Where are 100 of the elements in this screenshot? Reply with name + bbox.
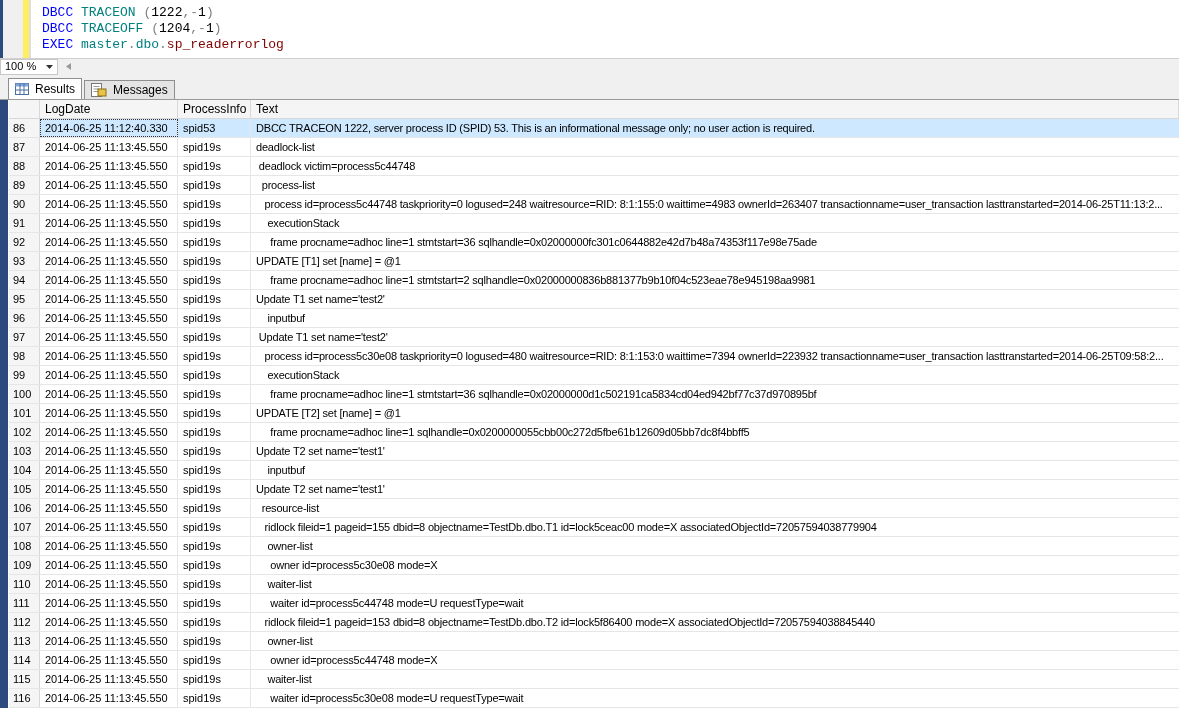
row-number[interactable]: 92: [9, 233, 40, 251]
results-tab[interactable]: Messages: [84, 80, 175, 99]
table-cell: 2014-06-25 11:13:45.550: [40, 651, 178, 669]
row-number[interactable]: 102: [9, 423, 40, 441]
table-cell: spid19s: [178, 480, 251, 498]
table-cell: spid53: [178, 119, 251, 137]
table-cell: 2014-06-25 11:13:45.550: [40, 176, 178, 194]
row-number[interactable]: 96: [9, 309, 40, 327]
row-number[interactable]: 100: [9, 385, 40, 403]
table-cell-text: waiter id=process5c44748 mode=U requestType=wait: [269, 595, 525, 611]
table-cell-text: frame procname=adhoc line=1 stmtstart=36 sqlhandle=0x02000000d1c502191ca5834cd04ed942bf77c37d970895bf: [269, 386, 818, 402]
table-cell: spid19s: [178, 271, 251, 289]
row-number[interactable]: 94: [9, 271, 40, 289]
row-number[interactable]: 95: [9, 290, 40, 308]
table-cell: spid19s: [178, 252, 251, 270]
table-cell-text: inputbuf: [266, 462, 306, 478]
table-cell: spid19s: [178, 347, 251, 365]
table-cell: spid19s: [178, 537, 251, 555]
grid-icon: [15, 83, 29, 95]
row-number[interactable]: 93: [9, 252, 40, 270]
row-number[interactable]: 105: [9, 480, 40, 498]
row-number[interactable]: 99: [9, 366, 40, 384]
table-cell: 2014-06-25 11:13:45.550: [40, 613, 178, 631]
table-cell-text: frame procname=adhoc line=1 stmtstart=36 sqlhandle=0x02000000fc301c0644882e42d7b48a74353f117e98e75ade: [269, 234, 818, 250]
table-cell: spid19s: [178, 613, 251, 631]
row-number[interactable]: 106: [9, 499, 40, 517]
row-number[interactable]: 114: [9, 651, 40, 669]
table-cell-text: owner id=process5c44748 mode=X: [269, 652, 439, 668]
code-line: DBCC TRACEON (1222,-1): [42, 5, 215, 21]
table-cell: 2014-06-25 11:13:45.550: [40, 157, 178, 175]
row-number[interactable]: 110: [9, 575, 40, 593]
table-cell: 2014-06-25 11:13:45.550: [40, 480, 178, 498]
column-header[interactable]: Text: [251, 100, 1179, 118]
table-cell-text: DBCC TRACEON 1222, server process ID (SPID) 53. This is an informational message only; no user action is required.: [255, 120, 816, 136]
code-line: DBCC TRACEOFF (1204,-1): [42, 21, 223, 37]
table-cell: 2014-06-25 11:13:45.550: [40, 233, 178, 251]
table-cell-text: UPDATE [T1] set [name] = @1: [255, 253, 402, 269]
row-number[interactable]: 98: [9, 347, 40, 365]
table-cell-text: ridlock fileid=1 pageid=155 dbid=8 objectname=TestDb.dbo.T1 id=lock5ceac00 mode=X associatedObjectId=72057594038779904: [263, 519, 878, 535]
table-cell-text: Update T1 set name='test2': [257, 329, 389, 345]
table-cell: spid19s: [178, 556, 251, 574]
table-cell-text: Update T2 set name='test1': [255, 443, 386, 459]
table-cell-text: waiter-list: [266, 576, 313, 592]
table-cell: spid19s: [178, 176, 251, 194]
row-number[interactable]: 104: [9, 461, 40, 479]
table-cell: spid19s: [178, 651, 251, 669]
table-cell-text: owner id=process5c30e08 mode=X: [269, 557, 439, 573]
table-cell: 2014-06-25 11:13:45.550: [40, 309, 178, 327]
row-number[interactable]: 103: [9, 442, 40, 460]
table-cell-text: waiter id=process5c30e08 mode=U requestType=wait: [269, 690, 525, 706]
table-cell: 2014-06-25 11:13:45.550: [40, 575, 178, 593]
row-number[interactable]: 116: [9, 689, 40, 707]
table-cell: spid19s: [178, 632, 251, 650]
table-cell: 2014-06-25 11:13:45.550: [40, 594, 178, 612]
scroll-left-icon[interactable]: [66, 63, 71, 71]
table-cell: 2014-06-25 11:13:45.550: [40, 385, 178, 403]
row-number[interactable]: 91: [9, 214, 40, 232]
table-cell-text: frame procname=adhoc line=1 sqlhandle=0x0200000055cbb00c272d5fbe61b12609d05bb7dc8f4bbff5: [269, 424, 751, 440]
table-cell: spid19s: [178, 575, 251, 593]
row-number[interactable]: 115: [9, 670, 40, 688]
row-number[interactable]: 111: [9, 594, 40, 612]
table-cell: 2014-06-25 11:13:45.550: [40, 404, 178, 422]
table-cell-text: inputbuf: [266, 310, 306, 326]
table-cell: 2014-06-25 11:13:45.550: [40, 670, 178, 688]
row-number[interactable]: 90: [9, 195, 40, 213]
table-cell: 2014-06-25 11:12:40.330: [40, 119, 178, 137]
row-number[interactable]: 113: [9, 632, 40, 650]
row-number[interactable]: 107: [9, 518, 40, 536]
table-cell-text: UPDATE [T2] set [name] = @1: [255, 405, 402, 421]
table-cell: spid19s: [178, 423, 251, 441]
table-cell-text: frame procname=adhoc line=1 stmtstart=2 sqlhandle=0x02000000836b881377b9b10f04c523eae78e945198aa9981: [269, 272, 817, 288]
table-cell: spid19s: [178, 385, 251, 403]
document-icon: [91, 83, 107, 97]
column-header[interactable]: LogDate: [40, 100, 178, 118]
code-line: EXEC master.dbo.sp_readerrorlog: [42, 37, 284, 53]
table-cell: 2014-06-25 11:13:45.550: [40, 271, 178, 289]
row-number[interactable]: 87: [9, 138, 40, 156]
table-cell: spid19s: [178, 328, 251, 346]
row-number[interactable]: 86: [9, 119, 40, 137]
table-cell: 2014-06-25 11:13:45.550: [40, 290, 178, 308]
table-cell-text: owner-list: [266, 633, 314, 649]
table-cell-text: waiter-list: [266, 671, 313, 687]
table-cell-text: process id=process5c44748 taskpriority=0 logused=248 waitresource=RID: 8:1:155:0 waittime=4983 ownerId=263407 transactionname=user_transaction lasttranstarted=2014-06-25T11:13:2...: [263, 196, 1164, 212]
table-cell: 2014-06-25 11:13:45.550: [40, 537, 178, 555]
table-cell: spid19s: [178, 442, 251, 460]
results-tab[interactable]: Results: [8, 78, 82, 99]
change-marker: [23, 0, 29, 58]
row-number[interactable]: 109: [9, 556, 40, 574]
table-cell: 2014-06-25 11:13:45.550: [40, 518, 178, 536]
table-cell: 2014-06-25 11:13:45.550: [40, 632, 178, 650]
table-cell: 2014-06-25 11:13:45.550: [40, 347, 178, 365]
row-number[interactable]: 112: [9, 613, 40, 631]
table-cell-text: deadlock victim=process5c44748: [257, 158, 417, 174]
row-number[interactable]: 89: [9, 176, 40, 194]
row-number[interactable]: 101: [9, 404, 40, 422]
column-header[interactable]: ProcessInfo: [178, 100, 251, 118]
row-number[interactable]: 108: [9, 537, 40, 555]
row-number[interactable]: 97: [9, 328, 40, 346]
row-number[interactable]: 88: [9, 157, 40, 175]
zoom-dropdown[interactable]: 100 %: [0, 58, 58, 75]
